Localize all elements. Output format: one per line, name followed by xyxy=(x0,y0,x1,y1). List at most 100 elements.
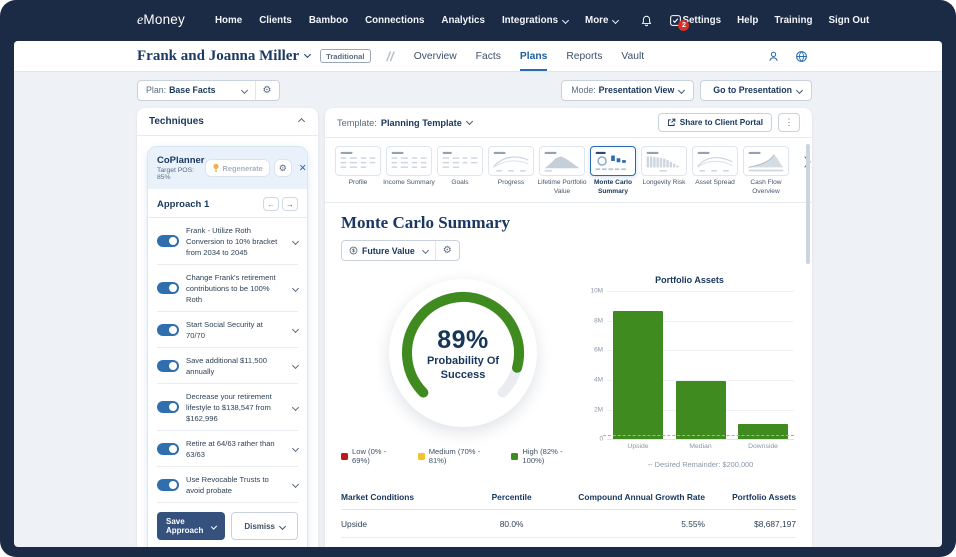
app-logo[interactable]: eMoney xyxy=(137,12,185,29)
nav-item-integrations[interactable]: Integrations xyxy=(502,15,568,26)
col-header-market-conditions: Market Conditions xyxy=(341,485,464,510)
share-to-client-portal-button[interactable]: Share to Client Portal xyxy=(658,113,772,132)
tab-vault[interactable]: Vault xyxy=(621,41,644,71)
scrollbar[interactable] xyxy=(806,144,810,544)
chevron-down-icon xyxy=(279,522,286,529)
nav-item-connections[interactable]: Connections xyxy=(365,15,424,26)
portfolio-bar xyxy=(613,311,663,440)
carousel-item-profile[interactable]: Profile xyxy=(335,146,381,196)
chevron-up-icon xyxy=(298,118,305,125)
regenerate-button[interactable]: Regenerate xyxy=(205,159,270,177)
technique-toggle[interactable] xyxy=(157,443,179,455)
technique-toggle[interactable] xyxy=(157,324,179,336)
next-approach-button[interactable]: → xyxy=(282,197,298,211)
technique-row[interactable]: Save additional $11,500 annually xyxy=(157,348,298,384)
chevron-down-icon[interactable] xyxy=(292,237,299,244)
technique-toggle[interactable] xyxy=(157,401,179,413)
cell-cagr: 5.55% xyxy=(559,510,705,538)
nav-right-items: Settings Help Training Sign Out xyxy=(682,15,869,26)
thumbnail-preview xyxy=(488,146,534,176)
save-approach-button[interactable]: Save Approach xyxy=(157,512,225,540)
technique-row[interactable]: Use Revocable Trusts to avoid probate xyxy=(157,467,298,503)
carousel-item-progress[interactable]: Progress xyxy=(488,146,534,196)
technique-toggle[interactable] xyxy=(157,360,179,372)
technique-toggle[interactable] xyxy=(157,235,179,247)
approach-list: Frank - Utilize Roth Conversion to 10% b… xyxy=(148,218,307,503)
chevron-down-icon[interactable] xyxy=(292,362,299,369)
carousel-item-cash-flow-overview[interactable]: Cash Flow Overview xyxy=(743,146,789,196)
nav-item-clients[interactable]: Clients xyxy=(259,15,292,26)
chevron-down-icon xyxy=(304,50,311,57)
technique-toggle[interactable] xyxy=(157,479,179,491)
chevron-down-icon[interactable] xyxy=(292,481,299,488)
tab-facts[interactable]: Facts xyxy=(476,41,501,71)
thumbnail-preview xyxy=(743,146,789,176)
tasks-button[interactable]: 2 xyxy=(669,14,682,27)
thumbnail-preview xyxy=(641,146,687,176)
mode-select[interactable]: Mode:Presentation View xyxy=(561,80,694,101)
nav-item-home[interactable]: Home xyxy=(215,15,242,26)
dismiss-button[interactable]: Dismiss xyxy=(231,512,298,540)
scrollbar-thumb[interactable] xyxy=(806,144,810,264)
probability-label: Probability Of Success xyxy=(418,355,508,381)
previous-approach-button[interactable]: ← xyxy=(263,197,279,211)
plan-select[interactable]: Plan:Base Facts xyxy=(138,81,255,100)
techniques-panel: Techniques CoPlanner Target POS: 85% Reg… xyxy=(137,108,318,547)
nav-item-bamboo[interactable]: Bamboo xyxy=(309,15,348,26)
plan-settings-button[interactable]: ⚙ xyxy=(255,81,279,100)
techniques-title: Techniques xyxy=(149,116,204,127)
technique-row[interactable]: Frank - Utilize Roth Conversion to 10% b… xyxy=(157,218,298,265)
plan-type-badge: Traditional xyxy=(320,49,370,63)
carousel-item-longevity-risk[interactable]: Longevity Risk xyxy=(641,146,687,196)
techniques-header[interactable]: Techniques xyxy=(137,108,318,136)
go-to-presentation-button[interactable]: Go to Presentation xyxy=(700,80,812,101)
x-label: Downside xyxy=(738,443,788,450)
chevron-down-icon xyxy=(678,86,685,93)
chevron-down-icon[interactable] xyxy=(292,326,299,333)
technique-row[interactable]: Decrease your retirement lifestyle to $1… xyxy=(157,384,298,431)
tab-plans[interactable]: Plans xyxy=(520,41,547,71)
client-header: Frank and Joanna Miller Traditional // O… xyxy=(14,41,942,72)
bars xyxy=(607,291,794,439)
carousel-item-goals[interactable]: Goals xyxy=(437,146,483,196)
nav-item-analytics[interactable]: Analytics xyxy=(441,15,485,26)
nav-item-sign-out[interactable]: Sign Out xyxy=(828,15,869,26)
template-select[interactable]: Planning Template xyxy=(381,118,472,128)
chevron-down-icon[interactable] xyxy=(292,284,299,291)
future-value-select[interactable]: Future Value xyxy=(342,241,435,260)
chevron-down-icon[interactable] xyxy=(292,445,299,452)
table-row: Upside 80.0% 5.55% $8,687,197 xyxy=(341,510,796,538)
header-icons xyxy=(767,50,808,63)
globe-icon[interactable] xyxy=(795,50,808,63)
technique-row[interactable]: Start Social Security at 70/70 xyxy=(157,312,298,348)
nav-item-training[interactable]: Training xyxy=(774,15,812,26)
carousel-item-income-summary[interactable]: Income Summary xyxy=(386,146,432,196)
technique-toggle[interactable] xyxy=(157,282,179,294)
coplanner-settings-button[interactable]: ⚙ xyxy=(274,159,292,177)
notifications-bell-button[interactable] xyxy=(640,14,653,28)
y-tick: 0 xyxy=(585,436,603,443)
legend-swatch xyxy=(341,453,348,460)
carousel-item-lifetime-portfolio-value[interactable]: Lifetime Portfolio Value xyxy=(539,146,585,196)
y-tick: 2M xyxy=(585,406,603,413)
nav-item-help[interactable]: Help xyxy=(737,15,758,26)
chevron-down-icon[interactable] xyxy=(292,403,299,410)
carousel-item-monte-carlo-summary[interactable]: Monte Carlo Summary xyxy=(590,146,636,196)
carousel-item-asset-spread[interactable]: Asset Spread xyxy=(692,146,738,196)
tab-reports[interactable]: Reports xyxy=(566,41,602,71)
person-icon[interactable] xyxy=(767,50,780,63)
technique-row[interactable]: Change Frank's retirement contributions … xyxy=(157,265,298,312)
template-label: Template: xyxy=(337,118,377,128)
client-name-dropdown[interactable]: Frank and Joanna Miller xyxy=(137,48,310,65)
gear-icon: ⚙ xyxy=(263,85,272,96)
thumbnail-preview xyxy=(437,146,483,176)
more-options-button[interactable]: ⋮ xyxy=(778,113,800,132)
nav-item-more[interactable]: More xyxy=(585,15,618,26)
tab-overview[interactable]: Overview xyxy=(414,41,457,71)
close-icon[interactable]: ✕ xyxy=(299,163,307,174)
report-settings-button[interactable]: ⚙ xyxy=(435,241,459,260)
gear-icon: ⚙ xyxy=(279,163,287,174)
y-tick: 4M xyxy=(585,376,603,383)
technique-row[interactable]: Retire at 64/63 rather than 63/63 xyxy=(157,431,298,467)
nav-icons: 2 xyxy=(640,14,682,28)
